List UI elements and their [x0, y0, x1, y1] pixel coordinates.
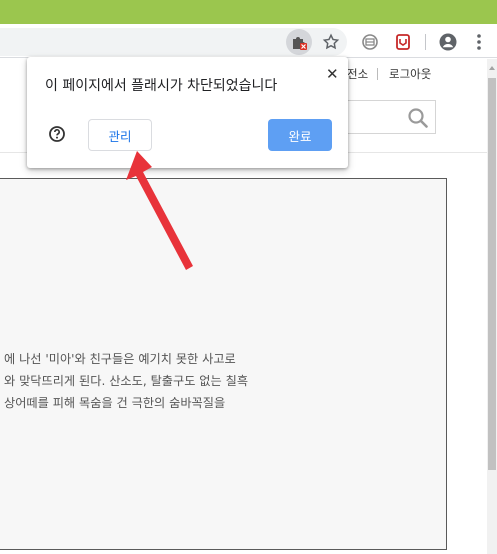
- red-annotation-arrow: [126, 151, 193, 270]
